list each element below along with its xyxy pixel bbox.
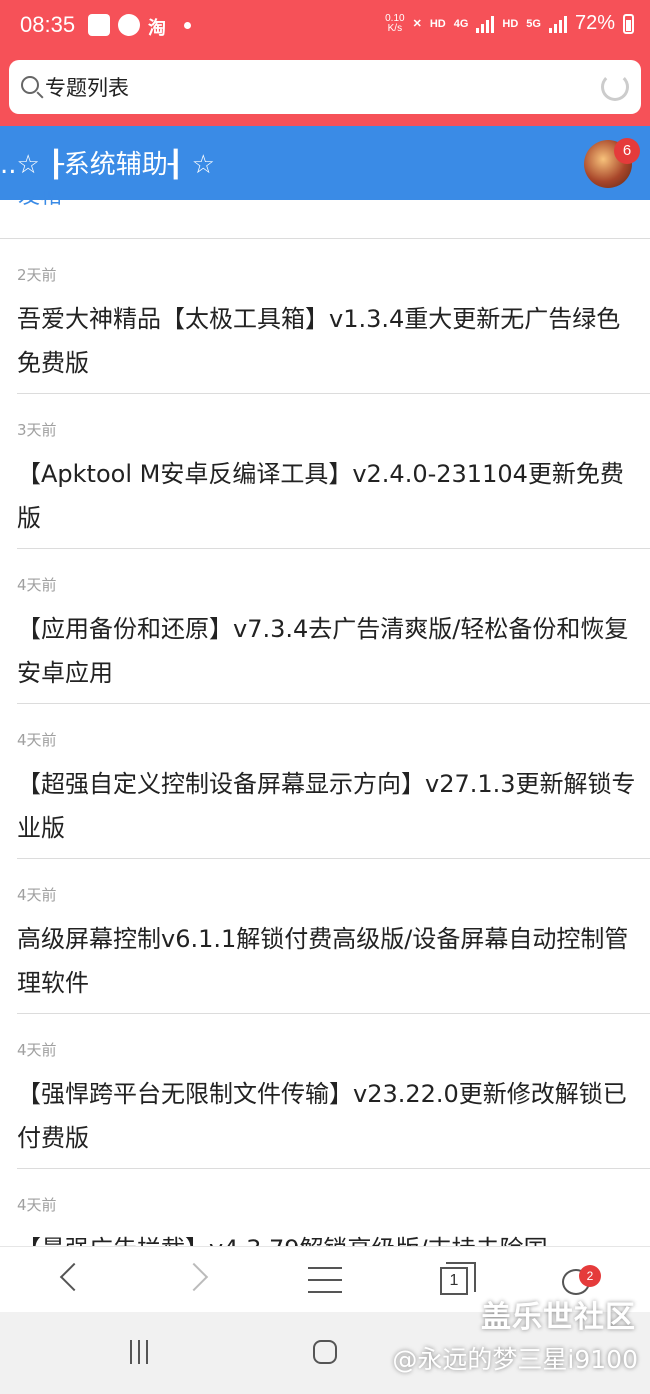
home-icon[interactable] — [313, 1340, 337, 1364]
back-button[interactable] — [40, 1247, 100, 1313]
forward-icon — [179, 1262, 209, 1292]
hd-badge: HD — [429, 17, 446, 30]
list-item[interactable]: 3天前 【Apktool M安卓反编译工具】v2.4.0-231104更新免费版 — [17, 394, 650, 549]
mute-icon: ✕ — [412, 18, 422, 30]
list-item[interactable]: 4天前 【强悍跨平台无限制文件传输】v23.22.0更新修改解锁已付费版 — [17, 1014, 650, 1169]
item-title[interactable]: 【强悍跨平台无限制文件传输】v23.22.0更新修改解锁已付费版 — [17, 1072, 637, 1160]
battery-icon — [623, 13, 634, 34]
forward-button[interactable] — [170, 1247, 230, 1313]
check-app-icon — [118, 14, 140, 36]
menu-icon — [308, 1267, 342, 1269]
item-title[interactable]: 【应用备份和还原】v7.3.4去广告清爽版/轻松备份和恢复安卓应用 — [17, 607, 637, 695]
notification-dot — [184, 21, 191, 29]
list-item[interactable]: 4天前 【最强广告拦截】v4.3.79解锁高级版/支持去除国 — [17, 1169, 650, 1246]
recents-icon[interactable] — [130, 1340, 148, 1364]
item-title[interactable]: 吾爱大神精品【太极工具箱】v1.3.4重大更新无广告绿色免费版 — [17, 297, 637, 385]
menu-button[interactable] — [295, 1247, 355, 1313]
new-post-link[interactable]: 发帖 — [18, 191, 62, 213]
status-bar: 08:35 淘 0.10 K/s ✕ HD 4G HD 5G 72% — [0, 0, 650, 56]
search-icon — [21, 76, 39, 94]
item-time: 2天前 — [17, 266, 57, 284]
item-title[interactable]: 【最强广告拦截】v4.3.79解锁高级版/支持去除国 — [17, 1227, 637, 1246]
address-bar-container — [0, 56, 650, 126]
item-time: 4天前 — [17, 886, 57, 904]
message-badge: 2 — [579, 1265, 601, 1287]
address-input[interactable] — [45, 70, 585, 104]
item-title[interactable]: 高级屏幕控制v6.1.1解锁付费高级版/设备屏幕自动控制管理软件 — [17, 917, 637, 1005]
status-right: 0.10 K/s ✕ HD 4G HD 5G 72% — [385, 12, 634, 35]
thread-list: 2天前 吾爱大神精品【太极工具箱】v1.3.4重大更新无广告绿色免费版 3天前 … — [0, 238, 650, 1246]
item-time: 4天前 — [17, 1196, 57, 1214]
item-time: 3天前 — [17, 421, 57, 439]
watermark-author: @永远的梦三星i9100 — [392, 1345, 638, 1374]
tabs-icon: 1 — [440, 1262, 476, 1295]
list-item[interactable]: 4天前 高级屏幕控制v6.1.1解锁付费高级版/设备屏幕自动控制管理软件 — [17, 859, 650, 1014]
reload-icon[interactable] — [601, 73, 629, 101]
forum-title: ..☆ ┠系统辅助┨ ☆ — [0, 150, 215, 180]
5g-badge: 5G — [526, 17, 541, 30]
4g-badge: 4G — [453, 17, 469, 30]
notification-icons: 淘 — [88, 14, 191, 39]
item-title[interactable]: 【Apktool M安卓反编译工具】v2.4.0-231104更新免费版 — [17, 452, 637, 540]
list-item[interactable]: 4天前 【应用备份和还原】v7.3.4去广告清爽版/轻松备份和恢复安卓应用 — [17, 549, 650, 704]
back-icon — [59, 1262, 89, 1292]
taobao-text: 淘 — [148, 18, 166, 39]
hd-badge-2: HD — [502, 17, 519, 30]
avatar-badge: 6 — [614, 138, 640, 164]
signal-icon-2 — [548, 15, 567, 33]
battery-percent: 72% — [574, 12, 615, 34]
signal-icon — [476, 15, 495, 33]
list-item[interactable]: 2天前 吾爱大神精品【太极工具箱】v1.3.4重大更新无广告绿色免费版 — [17, 239, 650, 394]
status-time: 08:35 — [20, 12, 76, 37]
item-time: 4天前 — [17, 576, 57, 594]
item-time: 4天前 — [17, 731, 57, 749]
tabs-button[interactable]: 1 — [424, 1247, 484, 1313]
list-item[interactable]: 4天前 【超强自定义控制设备屏幕显示方向】v27.1.3更新解锁专业版 — [17, 704, 650, 859]
gallery-icon — [88, 14, 110, 36]
item-time: 4天前 — [17, 1041, 57, 1059]
item-title[interactable]: 【超强自定义控制设备屏幕显示方向】v27.1.3更新解锁专业版 — [17, 762, 637, 850]
forum-header: ..☆ ┠系统辅助┨ ☆ 6 — [0, 126, 650, 200]
net-speed: 0.10 K/s — [385, 12, 405, 34]
address-bar[interactable] — [9, 60, 641, 114]
watermark-title: 盖乐世社区 — [481, 1300, 636, 1335]
